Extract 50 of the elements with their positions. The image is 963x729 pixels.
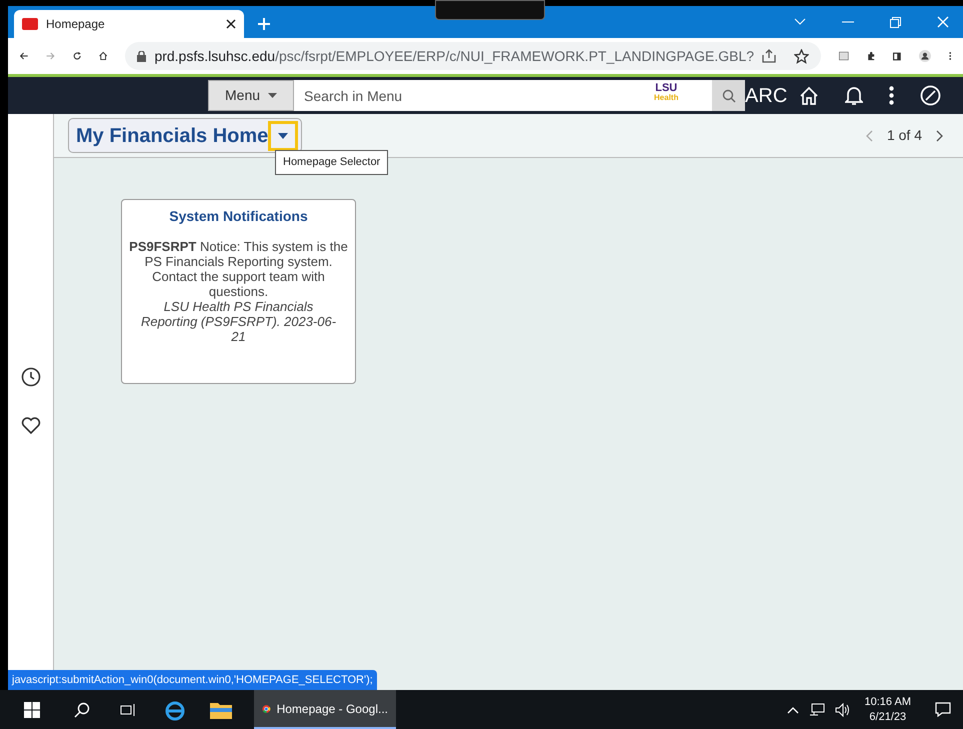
puzzle-icon[interactable] xyxy=(866,49,875,63)
taskbar-chrome-app[interactable]: Homepage - Googl... xyxy=(254,690,396,729)
bell-icon[interactable] xyxy=(845,85,864,106)
internet-explorer-icon[interactable] xyxy=(164,698,186,720)
speaker-icon[interactable] xyxy=(834,702,851,716)
home-icon[interactable] xyxy=(799,86,820,106)
tooltip: Homepage Selector xyxy=(275,150,388,174)
browser-tab[interactable]: Homepage xyxy=(14,10,244,38)
address-field[interactable]: prd.psfs.lsuhsc.edu/psc/fsrpt/EMPLOYEE/ERP/c/NUI_FRAMEWORK.PT_LANDINGPAGE.GBL? xyxy=(125,42,822,70)
minimize-icon[interactable] xyxy=(842,21,854,23)
search-button[interactable] xyxy=(712,80,746,111)
page-counter: 1 of 4 xyxy=(886,126,922,145)
tile-title[interactable]: System Notifications xyxy=(169,206,308,227)
folder-icon[interactable] xyxy=(210,700,232,718)
caret-icon xyxy=(268,93,278,98)
notification-icon[interactable] xyxy=(935,702,951,717)
star-icon[interactable] xyxy=(794,48,810,64)
back-arrow-icon[interactable] xyxy=(20,50,28,62)
restore-icon[interactable] xyxy=(890,16,901,28)
clock-icon[interactable] xyxy=(20,367,40,387)
new-tab-icon[interactable] xyxy=(258,18,270,30)
more-options-icon[interactable] xyxy=(889,86,894,105)
search-icon[interactable] xyxy=(74,702,90,718)
search-icon xyxy=(722,88,736,102)
caret-icon xyxy=(278,132,288,138)
homepage-title: My Financials Home xyxy=(76,124,268,148)
task-view-icon[interactable] xyxy=(120,702,136,716)
more-options-icon[interactable] xyxy=(948,49,952,63)
share-icon[interactable] xyxy=(762,49,776,63)
menu-button[interactable]: Menu xyxy=(208,80,294,111)
next-icon[interactable] xyxy=(936,130,943,142)
windows-start-icon[interactable] xyxy=(24,702,40,718)
close-icon[interactable] xyxy=(226,19,236,29)
chevron-down-icon[interactable] xyxy=(794,18,806,26)
chevron-up-icon[interactable] xyxy=(786,706,799,714)
lsu-health-logo: LSU Health xyxy=(654,83,678,102)
lock-icon xyxy=(137,50,146,62)
notice-text: PS9FSRPT Notice: This system is the PS Financials Reporting system. Contact the support team with questions. xyxy=(128,239,349,299)
status-link-url: javascript:submitAction_win0(document.win0,'HOMEPAGE_SELECTOR'); xyxy=(8,670,377,690)
side-panel-icon[interactable] xyxy=(892,50,901,62)
heart-icon[interactable] xyxy=(20,417,40,435)
tab-title: Homepage xyxy=(46,16,106,33)
network-icon[interactable] xyxy=(808,702,825,716)
notice-source: LSU Health PS Financials Reporting (PS9FSRPT). 2023-06-21 xyxy=(140,299,338,344)
system-clock[interactable]: 10:16 AM 6/21/23 xyxy=(860,694,915,724)
oracle-logo-icon xyxy=(22,18,38,30)
compass-icon[interactable] xyxy=(920,85,942,106)
url-text: prd.psfs.lsuhsc.edu/psc/fsrpt/EMPLOYEE/ERP/c/NUI_FRAMEWORK.PT_LANDINGPAGE.GBL? xyxy=(154,46,754,66)
header-text: ARC xyxy=(745,84,788,108)
home-icon[interactable] xyxy=(99,49,108,63)
